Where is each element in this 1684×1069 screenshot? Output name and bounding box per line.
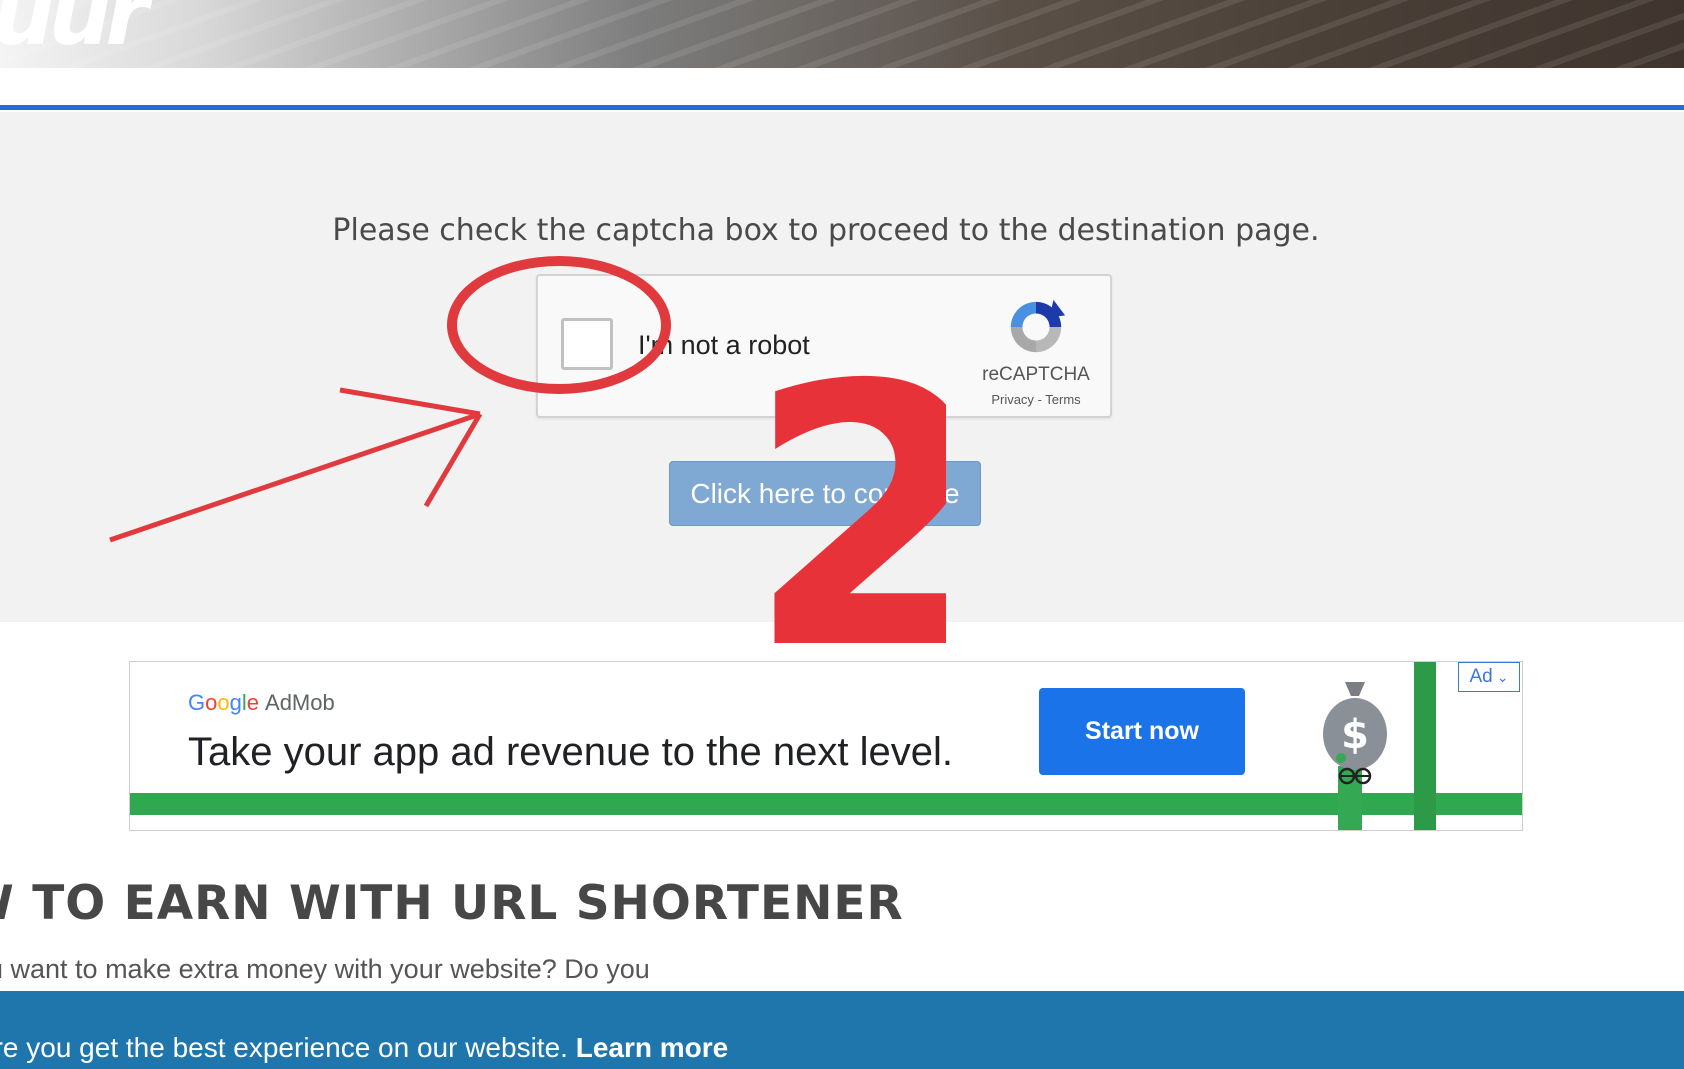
advertisement-banner[interactable]: Google AdMob Take your app ad revenue to … [129,661,1523,831]
section-heading: W TO EARN WITH URL SHORTENER [0,876,904,931]
recaptcha-privacy-link[interactable]: Privacy [991,392,1034,407]
cookie-notice: ure you get the best experience on our w… [0,1032,728,1064]
section-paragraph: u want to make extra money with your web… [0,954,650,984]
captcha-instruction: Please check the captcha box to proceed … [332,213,1320,248]
annotation-circle [447,256,671,394]
recaptcha-brand: reCAPTCHA [982,364,1090,385]
recaptcha-links: Privacy - Terms [968,392,1104,407]
step-number-annotation: 2 [746,374,946,664]
ad-start-now-button[interactable]: Start now [1039,688,1245,775]
ad-decorative-post [1414,662,1436,830]
ad-product-name: AdMob [265,690,335,715]
site-logo[interactable]: uur [0,0,149,65]
ad-brand: Google AdMob [188,690,335,715]
money-bag-icon: $ [1323,682,1387,785]
keyboard-background-image [0,0,1684,68]
ad-decorative-stripe [130,793,1522,815]
svg-text:$: $ [1341,712,1369,758]
ad-headline: Take your app ad revenue to the next lev… [188,730,953,774]
ad-choices-button[interactable]: Ad ⌄ [1458,662,1520,692]
header-banner: uur [0,0,1684,68]
cookie-notice-text: ure you get the best experience on our w… [0,1032,568,1063]
recaptcha-terms-link[interactable]: Terms [1045,392,1080,407]
recaptcha-link-separator: - [1037,392,1042,407]
recaptcha-logo-icon [1010,299,1066,353]
cookie-learn-more-link[interactable]: Learn more [576,1032,729,1063]
header-divider [0,105,1684,110]
